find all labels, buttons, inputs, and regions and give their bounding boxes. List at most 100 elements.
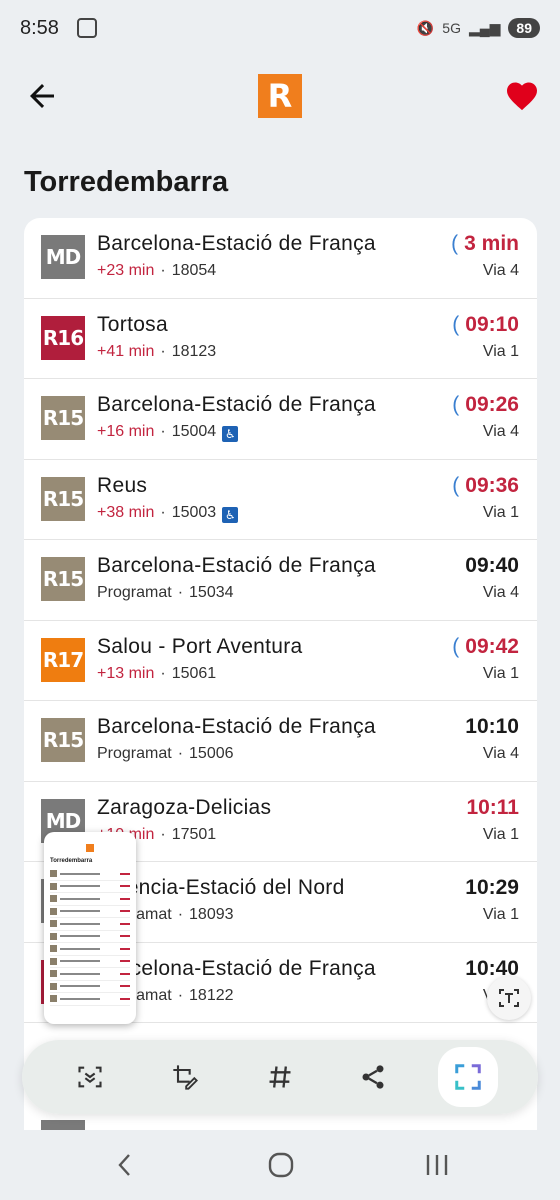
text-scan-icon (499, 989, 519, 1007)
departure-time: 10:29 (465, 876, 519, 900)
home-circle-icon (268, 1152, 294, 1178)
line-badge: R17 (41, 637, 85, 682)
delay-text: +38 min (97, 503, 155, 521)
departure-details: +13 min · 15061 (97, 664, 217, 682)
platform: Via 1 (482, 342, 519, 360)
wheelchair-icon: ♿ (222, 426, 239, 442)
smart-select-button[interactable] (438, 1047, 498, 1107)
train-number: 15004 (171, 423, 217, 440)
train-number: 18123 (171, 342, 217, 360)
departure-details: +41 min · 18123 (97, 342, 217, 360)
delay-text: +16 min (97, 423, 155, 440)
tag-button[interactable] (257, 1054, 303, 1100)
thumbnail-row (50, 868, 130, 881)
departure-row[interactable]: R15 Reus +38 min · 15003 ♿ (09:36 Via 1 (24, 460, 537, 540)
train-number: 15034 (189, 584, 234, 601)
departure-time: (09:42 (452, 635, 519, 659)
thumbnail-title: Torredembarra (50, 858, 93, 864)
time-value: 10:10 (465, 715, 519, 738)
destination: Barcelona-Estació de França (97, 393, 376, 416)
delay-text: +41 min (97, 342, 155, 360)
screenshot-indicator-icon (76, 18, 97, 38)
destination: Barcelona-Estació de França (97, 715, 376, 738)
mute-icon: 🔇 (416, 19, 435, 36)
train-number: 15003 (171, 503, 217, 521)
back-button[interactable] (24, 78, 60, 114)
departure-time: (3 min (451, 232, 519, 256)
departure-time: 10:11 (466, 796, 519, 820)
signal-icon: ▂▄▆ (468, 19, 501, 36)
departure-details: Programat · 15006 (97, 745, 234, 762)
destination: Tortosa (97, 312, 168, 336)
platform: Via 4 (482, 584, 519, 601)
departure-row[interactable]: R16 Tortosa +41 min · 18123 (09:10 Via 1 (24, 299, 537, 379)
time-value: 09:10 (465, 312, 519, 336)
line-badge: MD (41, 235, 85, 279)
platform: Via 1 (482, 825, 519, 843)
nav-home-button[interactable] (261, 1148, 301, 1182)
thumbnail-row (50, 893, 130, 906)
thumbnail-row (50, 918, 130, 931)
realtime-icon: ( (452, 473, 460, 497)
thumbnail-row (50, 956, 130, 968)
share-icon (362, 1065, 384, 1089)
page-title: Torredembarra (24, 166, 229, 198)
departure-row[interactable]: MD Barcelona-Estació de França +23 min · 1… (24, 218, 537, 299)
scroll-capture-button[interactable] (67, 1054, 113, 1100)
departure-details: +16 min · 15004 ♿ (97, 423, 239, 442)
departure-time: 10:10 (465, 715, 519, 739)
departure-row[interactable]: R15 Barcelona-Estació de França Programa… (24, 701, 537, 782)
nav-back-button[interactable] (105, 1148, 145, 1182)
departure-time: (09:26 (452, 393, 519, 417)
time-value: 10:29 (465, 876, 519, 899)
battery-indicator: 89 (508, 18, 540, 38)
line-badge: R15 (41, 476, 85, 521)
wheelchair-icon: ♿ (222, 506, 239, 523)
line-badge: R15 (41, 718, 85, 762)
thumbnail-row (50, 906, 130, 918)
destination: Salou - Port Aventura (97, 634, 303, 658)
thumbnail-row (50, 981, 130, 993)
train-number: 18122 (189, 986, 234, 1004)
favorite-button[interactable] (504, 78, 540, 114)
line-badge (41, 1120, 85, 1130)
network-label: 5G (442, 20, 461, 36)
destination: Zaragoza-Delicias (97, 795, 272, 819)
thumbnail-row (50, 993, 130, 1006)
realtime-icon: ( (452, 634, 460, 658)
time-value: 3 min (464, 232, 519, 255)
status-time: 8:58 (20, 16, 59, 39)
departure-time: (09:10 (452, 313, 519, 337)
departure-row-partial[interactable] (24, 1118, 537, 1130)
delay-text: +23 min (97, 262, 155, 279)
destination: Barcelona-Estació de França (97, 554, 376, 577)
departure-row[interactable]: R17 Salou - Port Aventura +13 min · 15061 … (24, 621, 537, 701)
time-value: 09:36 (465, 473, 519, 497)
scroll-capture-icon (78, 1066, 102, 1088)
platform: Via 4 (482, 745, 519, 762)
nav-recents-button[interactable] (417, 1148, 457, 1182)
share-button[interactable] (350, 1054, 396, 1100)
thumbnail-row (50, 931, 130, 943)
realtime-icon: ( (452, 393, 460, 416)
departure-row[interactable]: R15 Barcelona-Estació de França Programa… (24, 540, 537, 621)
logo-letter: R (267, 77, 293, 115)
departure-time: (09:36 (452, 474, 519, 498)
realtime-icon: ( (451, 232, 459, 255)
realtime-icon: ( (452, 312, 460, 336)
train-number: 15061 (171, 664, 217, 682)
thumbnail-status (44, 832, 136, 840)
hashtag-icon (269, 1066, 291, 1088)
edit-button[interactable] (162, 1054, 208, 1100)
line-badge: R16 (41, 315, 85, 360)
departure-row[interactable]: R15 Barcelona-Estació de França +16 min ·… (24, 379, 537, 460)
extract-text-button[interactable] (487, 976, 531, 1020)
screenshot-thumbnail[interactable]: Torredembarra (44, 832, 136, 1024)
smart-select-icon (455, 1064, 481, 1090)
platform: Via 1 (482, 906, 519, 923)
platform: Via 4 (482, 262, 519, 279)
departure-time: 09:40 (465, 554, 519, 578)
system-nav-bar (0, 1130, 560, 1200)
chevron-left-icon (118, 1154, 130, 1176)
line-badge: R15 (41, 557, 85, 601)
